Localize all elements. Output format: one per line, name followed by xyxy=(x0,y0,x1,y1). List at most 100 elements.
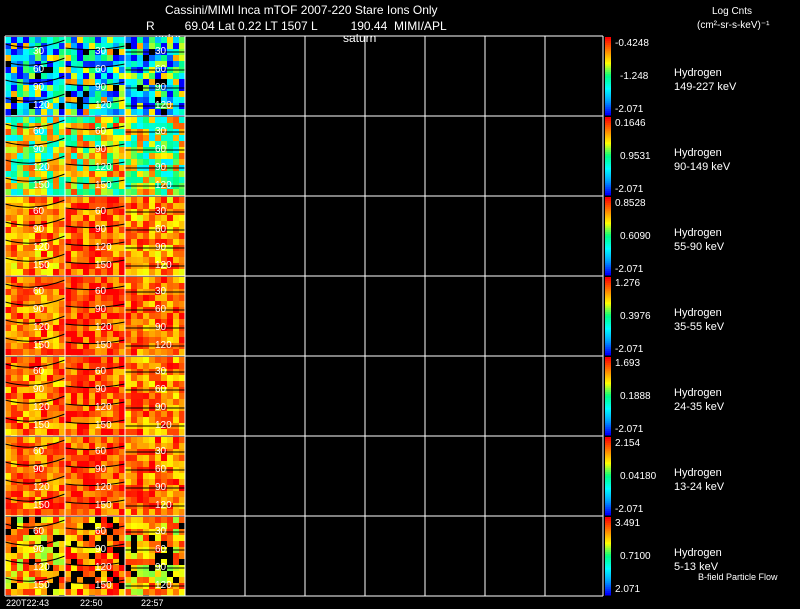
pixel xyxy=(23,437,29,443)
pixel xyxy=(137,571,143,577)
pixel xyxy=(143,295,149,301)
pixel xyxy=(167,331,173,337)
contour-label: 30 xyxy=(155,206,167,217)
pixel xyxy=(5,85,11,91)
pixel xyxy=(59,129,65,135)
pixel xyxy=(167,411,173,417)
pixel xyxy=(29,37,35,43)
pixel xyxy=(167,393,173,399)
pixel xyxy=(11,165,17,171)
pixel xyxy=(137,203,143,209)
pixel xyxy=(23,233,29,239)
pixel xyxy=(167,437,173,443)
pixel xyxy=(5,369,11,375)
pixel xyxy=(23,479,29,485)
pixel xyxy=(71,417,77,423)
pixel xyxy=(5,491,11,497)
pixel xyxy=(107,85,113,91)
pixel xyxy=(47,37,53,43)
pixel xyxy=(5,429,11,435)
pixel xyxy=(167,473,173,479)
pixel xyxy=(179,349,185,355)
pixel xyxy=(83,117,89,123)
pixel xyxy=(143,117,149,123)
pixel xyxy=(173,141,179,147)
pixel xyxy=(131,257,137,263)
pixel xyxy=(17,547,23,553)
pixel xyxy=(107,233,113,239)
pixel xyxy=(17,393,23,399)
pixel xyxy=(119,91,125,97)
pixel xyxy=(23,429,29,435)
pixel xyxy=(65,251,71,257)
pixel xyxy=(11,251,17,257)
colorbar-segment xyxy=(605,193,611,196)
pixel xyxy=(65,209,71,215)
pixel xyxy=(17,49,23,55)
pixel xyxy=(179,461,185,467)
pixel xyxy=(5,307,11,313)
pixel xyxy=(17,141,23,147)
pixel xyxy=(173,473,179,479)
pixel xyxy=(143,577,149,583)
pixel xyxy=(107,37,113,43)
pixel xyxy=(71,289,77,295)
pixel xyxy=(47,289,53,295)
pixel xyxy=(113,343,119,349)
pixel xyxy=(95,277,101,283)
pixel xyxy=(59,263,65,269)
pixel xyxy=(17,541,23,547)
pixel xyxy=(65,473,71,479)
pixel xyxy=(5,565,11,571)
contour-label: 30 xyxy=(155,126,167,137)
pixel xyxy=(47,449,53,455)
pixel xyxy=(125,517,131,523)
pixel xyxy=(23,269,29,275)
pixel xyxy=(5,449,11,455)
pixel xyxy=(5,295,11,301)
contour-label: 60 xyxy=(33,366,45,377)
pixel xyxy=(17,325,23,331)
pixel xyxy=(143,301,149,307)
pixel xyxy=(161,517,167,523)
pixel xyxy=(23,301,29,307)
pixel xyxy=(11,171,17,177)
pixel xyxy=(143,91,149,97)
pixel xyxy=(17,159,23,165)
pixel xyxy=(167,233,173,239)
pixel xyxy=(113,227,119,233)
pixel xyxy=(77,141,83,147)
contour-label: 120 xyxy=(155,100,172,111)
pixel xyxy=(143,553,149,559)
pixel xyxy=(23,91,29,97)
contour-label: 30 xyxy=(155,526,167,537)
units-line-2: (cm²-sr-s-keV)⁻¹ xyxy=(697,20,770,31)
pixel xyxy=(71,73,77,79)
pixel xyxy=(17,523,23,529)
pixel xyxy=(23,117,29,123)
pixel xyxy=(11,147,17,153)
pixel xyxy=(143,141,149,147)
pixel xyxy=(107,437,113,443)
pixel xyxy=(113,529,119,535)
pixel xyxy=(89,517,95,523)
pixel xyxy=(71,503,77,509)
pixel xyxy=(83,417,89,423)
pixel xyxy=(23,313,29,319)
colorbar-segment xyxy=(605,513,611,516)
pixel xyxy=(59,269,65,275)
pixel xyxy=(59,227,65,233)
contour-label: 120 xyxy=(155,580,172,591)
contour-label: 90 xyxy=(95,144,107,155)
pixel xyxy=(125,497,131,503)
pixel xyxy=(17,491,23,497)
pixel xyxy=(17,109,23,115)
colorbar-min-label: 2.071 xyxy=(615,584,640,595)
pixel xyxy=(125,331,131,337)
contour-label: 120 xyxy=(95,100,112,111)
contour-label: 150 xyxy=(33,580,50,591)
pixel xyxy=(113,565,119,571)
contour-label: 150 xyxy=(95,420,112,431)
contour-label: 150 xyxy=(33,340,50,351)
pixel xyxy=(17,233,23,239)
